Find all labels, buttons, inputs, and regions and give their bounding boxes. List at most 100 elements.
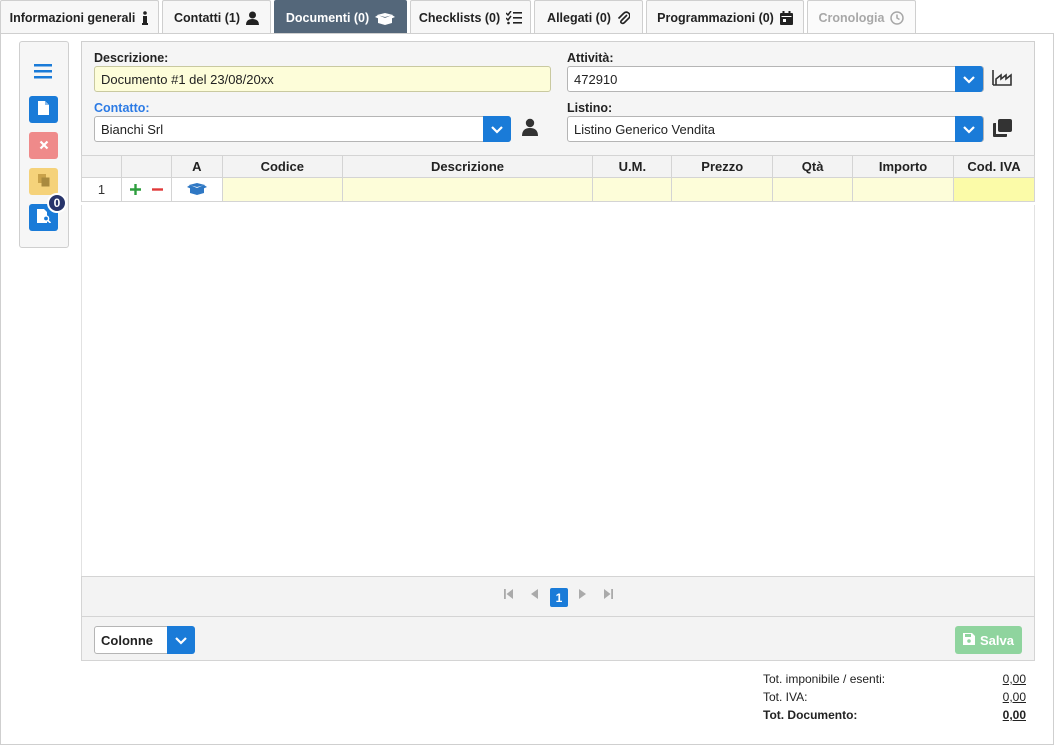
document-count-badge: 0 (47, 193, 67, 213)
chevron-down-icon (175, 633, 187, 648)
attivita-dropdown-button[interactable] (955, 66, 983, 92)
tab-label: Allegati (0) (547, 10, 611, 25)
paperclip-icon (617, 10, 630, 25)
copy-document-button[interactable] (29, 168, 58, 195)
tab-label: Checklists (0) (418, 10, 501, 25)
chevron-down-icon (963, 122, 975, 137)
box-open-icon (186, 181, 207, 198)
tab-cronologia: Cronologia (807, 0, 916, 34)
table-row: 1 (81, 177, 1035, 202)
close-icon (39, 138, 49, 153)
total-vat-value[interactable]: 0,00 (1003, 690, 1026, 704)
col-header-num (81, 155, 122, 178)
file-search-icon (36, 209, 51, 226)
row-descrizione-cell[interactable] (341, 177, 594, 202)
col-header-importo[interactable]: Importo (852, 155, 954, 178)
col-header-cod-iva[interactable]: Cod. IVA (953, 155, 1035, 178)
tab-checklists[interactable]: Checklists (0) (410, 0, 531, 34)
row-number: 1 (81, 177, 122, 202)
copy-icon (37, 173, 50, 190)
file-icon (38, 101, 49, 118)
attivita-select[interactable]: 472910 (567, 66, 984, 92)
total-vat-label: Tot. IVA: (763, 690, 808, 704)
checklist-icon (506, 10, 523, 25)
row-um-cell[interactable] (592, 177, 673, 202)
row-cod-iva-cell[interactable] (953, 177, 1035, 202)
first-page-icon[interactable] (504, 589, 513, 602)
contatto-select[interactable]: Bianchi Srl (94, 116, 511, 142)
attivita-value: 472910 (574, 71, 618, 87)
listino-label: Listino: (567, 101, 613, 115)
col-header-a[interactable]: A (170, 155, 223, 178)
current-page-button[interactable]: 1 (550, 588, 568, 607)
listino-value: Listino Generico Vendita (574, 121, 715, 137)
row-qta-cell[interactable] (772, 177, 854, 202)
floppy-disk-icon (963, 632, 975, 648)
delete-document-button[interactable] (29, 132, 58, 159)
chevron-down-icon (491, 122, 503, 137)
chevron-down-icon (963, 72, 975, 87)
grid-header-row: A Codice Descrizione U.M. Prezzo Qtà Imp… (81, 155, 1035, 178)
box-open-icon (375, 11, 396, 25)
columns-dropdown-button[interactable] (167, 626, 195, 654)
previous-page-icon[interactable] (531, 589, 538, 602)
attivita-label: Attività: (567, 51, 614, 65)
listino-select[interactable]: Listino Generico Vendita (567, 116, 984, 142)
remove-row-icon[interactable] (152, 183, 164, 198)
hamburger-menu-icon[interactable] (32, 62, 54, 83)
tab-programmazioni[interactable]: Programmazioni (0) (646, 0, 804, 34)
tab-informazioni-generali[interactable]: Informazioni generali (0, 0, 159, 34)
contatto-value: Bianchi Srl (101, 121, 164, 137)
tab-label: Programmazioni (0) (657, 10, 774, 25)
descrizione-label: Descrizione: (94, 51, 169, 65)
col-header-codice[interactable]: Codice (221, 155, 343, 178)
user-icon[interactable] (522, 118, 538, 139)
document-toolbar (19, 41, 69, 248)
tab-label: Documenti (0) (285, 10, 370, 25)
tab-allegati[interactable]: Allegati (0) (534, 0, 643, 34)
columns-select[interactable]: Colonne (94, 626, 195, 654)
pager: 1 (81, 576, 1035, 617)
document-form: Descrizione: Documento #1 del 23/08/20xx… (81, 41, 1035, 156)
col-header-um[interactable]: U.M. (592, 155, 673, 178)
tab-label: Informazioni generali (9, 10, 136, 25)
user-icon (245, 11, 259, 25)
col-header-qta[interactable]: Qtà (772, 155, 854, 178)
contatto-label[interactable]: Contatto: (94, 101, 150, 115)
row-prezzo-cell[interactable] (671, 177, 774, 202)
next-page-icon[interactable] (579, 589, 586, 602)
save-button[interactable]: Salva (955, 626, 1022, 654)
clock-icon (890, 10, 905, 25)
document-lines-grid: A Codice Descrizione U.M. Prezzo Qtà Imp… (81, 155, 1035, 202)
total-document-value[interactable]: 0,00 (1003, 708, 1026, 722)
tab-documenti[interactable]: Documenti (0) (274, 0, 407, 34)
listino-dropdown-button[interactable] (955, 116, 983, 142)
new-document-button[interactable] (29, 96, 58, 123)
tab-label: Cronologia (818, 10, 885, 25)
row-importo-cell[interactable] (852, 177, 954, 202)
descrizione-input[interactable]: Documento #1 del 23/08/20xx (94, 66, 551, 92)
tab-bar: Informazioni generali Contatti (1) Docum… (0, 0, 1054, 34)
row-actions (120, 177, 172, 202)
industry-icon[interactable] (992, 69, 1012, 89)
col-header-actions (120, 155, 172, 178)
tab-label: Contatti (1) (174, 10, 240, 25)
add-row-icon[interactable] (129, 183, 141, 198)
col-header-descrizione[interactable]: Descrizione (341, 155, 594, 178)
last-page-icon[interactable] (604, 589, 613, 602)
clone-icon[interactable] (993, 119, 1012, 140)
info-icon (141, 10, 149, 25)
row-article-cell[interactable] (170, 177, 223, 202)
contatto-dropdown-button[interactable] (483, 116, 511, 142)
grid-footer: Colonne Salva (81, 616, 1035, 661)
total-taxable-value[interactable]: 0,00 (1003, 672, 1026, 686)
col-header-prezzo[interactable]: Prezzo (671, 155, 774, 178)
calendar-icon (779, 10, 793, 25)
total-document-label: Tot. Documento: (763, 708, 858, 722)
row-codice-cell[interactable] (221, 177, 343, 202)
grid-body-area (81, 205, 1035, 577)
tab-contatti[interactable]: Contatti (1) (162, 0, 271, 34)
save-button-label: Salva (980, 632, 1014, 648)
total-taxable-label: Tot. imponibile / esenti: (763, 672, 886, 686)
columns-select-label: Colonne (101, 632, 153, 648)
